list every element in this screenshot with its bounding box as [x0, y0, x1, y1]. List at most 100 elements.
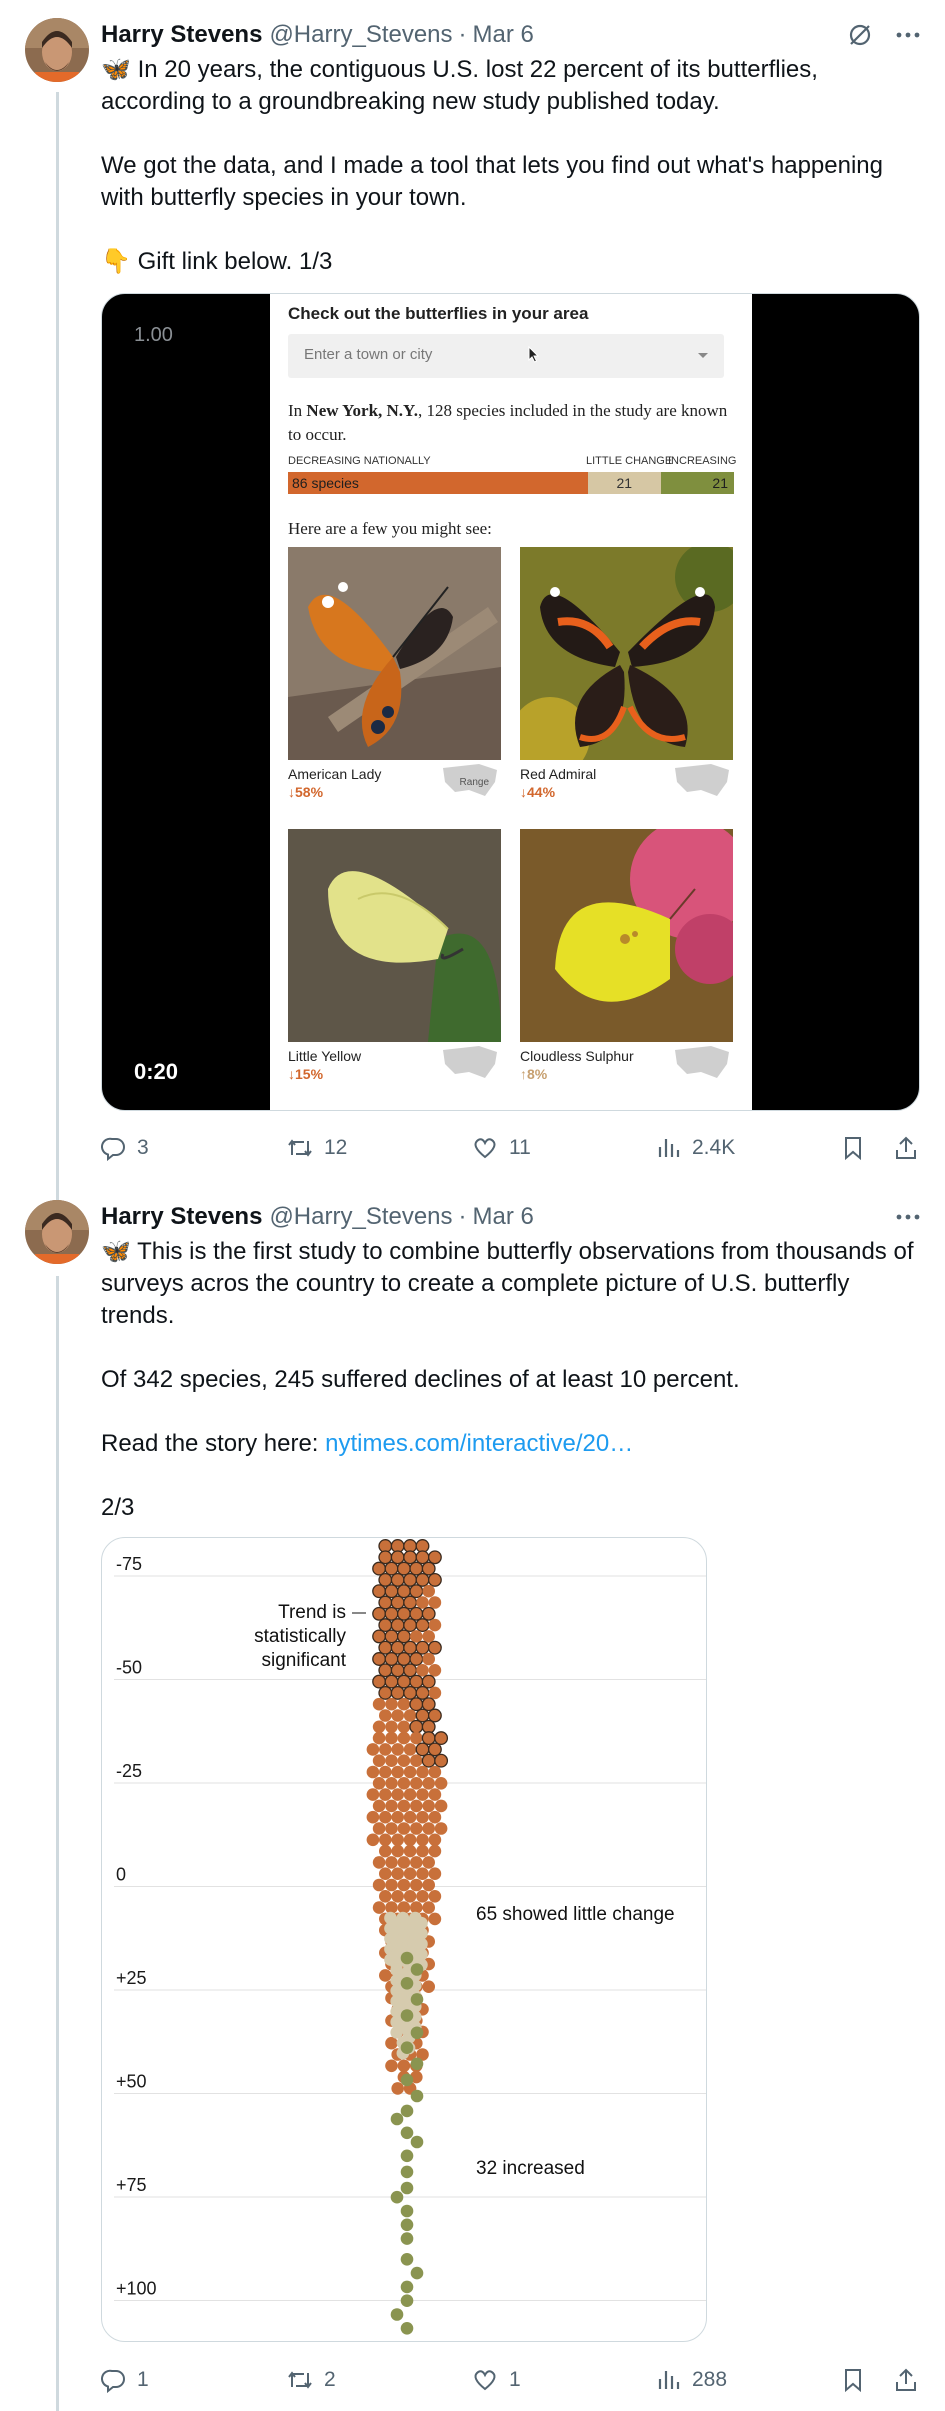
video-player[interactable]: 1.00 0:20 Check out the butterflies in y…: [101, 293, 920, 1111]
chevron-down-icon: [698, 353, 708, 358]
view-count: 288: [692, 2368, 728, 2391]
species-dot: [422, 1878, 436, 1892]
species-dot: [400, 2041, 414, 2054]
species-dot: [415, 1618, 430, 1633]
reply-button[interactable]: 1: [101, 2362, 149, 2398]
tweet-date[interactable]: Mar 6: [473, 1203, 534, 1231]
reply-icon: [101, 1137, 125, 1161]
analytics-icon: [658, 1139, 680, 1157]
author-name[interactable]: Harry Stevens: [101, 21, 262, 49]
butterfly-card: American Lady ↓58% Range: [288, 547, 501, 800]
species-dot: [391, 1810, 405, 1824]
share-button[interactable]: [893, 2362, 919, 2398]
species-dot: [410, 1822, 423, 1835]
author-name[interactable]: Harry Stevens: [101, 1203, 262, 1231]
species-dot: [400, 2294, 414, 2307]
like-button[interactable]: 11: [471, 1130, 531, 1166]
tweet-text-line: 2/3: [101, 1494, 135, 1521]
species-dot: [400, 2149, 414, 2163]
grok-icon[interactable]: [847, 22, 873, 48]
tweet-text: 🦋 This is the first study to combine but…: [101, 1236, 921, 1524]
share-button[interactable]: [893, 1130, 919, 1166]
species-dot: [372, 1856, 386, 1869]
label-little-change: LITTLE CHANGE: [586, 455, 673, 467]
species-dot: [416, 1810, 429, 1824]
chart-image[interactable]: -75 -50 -25 0 +25 +50 +75 +100 Trend is statistic…: [101, 1537, 707, 2342]
species-dot: [410, 2026, 424, 2040]
views-button[interactable]: 288: [656, 2362, 727, 2398]
species-dot: [372, 1731, 386, 1745]
like-button[interactable]: 1: [471, 2362, 521, 2398]
species-dot: [400, 1977, 414, 1990]
playback-rate[interactable]: 1.00: [134, 324, 173, 347]
more-icon[interactable]: [895, 1204, 921, 1230]
repost-button[interactable]: 12: [286, 1130, 347, 1166]
species-dot: [415, 1640, 430, 1655]
species-dot: [390, 2190, 404, 2204]
author-handle[interactable]: @Harry_Stevens: [269, 21, 452, 49]
species-dot: [421, 1753, 436, 1768]
species-dot: [385, 1856, 398, 1869]
species-dot: [403, 1572, 418, 1587]
species-dot: [410, 1630, 423, 1643]
species-dot: [385, 2059, 398, 2073]
species-dot: [422, 1901, 436, 1914]
repost-button[interactable]: 2: [286, 2362, 336, 2398]
annotation-little-change: 65 showed little change: [476, 1904, 675, 1925]
bookmark-button[interactable]: [841, 1130, 865, 1166]
species-dot: [384, 1584, 399, 1599]
species-dot: [379, 1867, 392, 1880]
species-dot: [397, 1777, 411, 1790]
species-dot: [428, 1664, 442, 1677]
repost-count: 12: [324, 1136, 348, 1159]
y-tick-label: +50: [116, 2072, 147, 2092]
us-map-icon: [675, 764, 729, 796]
tweet-paragraph: Read the story here: nytimes.com/interac…: [101, 1428, 921, 1460]
views-button[interactable]: 2.4K: [656, 1130, 735, 1166]
tweet-actions: 1 2 1 288: [101, 2362, 921, 2398]
species-dot: [410, 1856, 423, 1869]
species-dot: [385, 2036, 398, 2050]
tweet-header: Harry Stevens @Harry_Stevens · Mar 6: [101, 1200, 534, 1234]
species-dot: [400, 2009, 414, 2022]
reply-button[interactable]: 3: [101, 1130, 149, 1166]
species-dot: [372, 1561, 387, 1576]
species-dot: [379, 1765, 392, 1779]
avatar[interactable]: [25, 1200, 89, 1264]
species-dot: [372, 1901, 386, 1914]
tweet-header: Harry Stevens @Harry_Stevens · Mar 6: [101, 18, 534, 52]
species-dot: [400, 1951, 414, 1965]
tweet-date[interactable]: Mar 6: [473, 21, 534, 49]
bar-segment-decreasing: 86 species: [288, 472, 588, 494]
species-dot: [400, 2181, 414, 2195]
story-link[interactable]: nytimes.com/interactive/20…: [325, 1430, 633, 1457]
species-dot: [391, 1765, 405, 1779]
species-dot: [403, 1743, 417, 1756]
bookmark-button[interactable]: [841, 2362, 865, 2398]
avatar[interactable]: [25, 18, 89, 82]
tweet[interactable]: Harry Stevens @Harry_Stevens · Mar 6 🦋 I…: [0, 0, 945, 1190]
species-dot: [400, 2322, 414, 2335]
tweet-text-line: Read the story here:: [101, 1430, 319, 1457]
share-icon: [896, 1136, 916, 1159]
species-dot: [396, 1584, 411, 1599]
annotation-significant: significant: [262, 1650, 347, 1671]
species-dot: [403, 1595, 418, 1610]
video-timestamp: 0:20: [134, 1059, 179, 1084]
species-dot: [391, 1709, 405, 1722]
summary-text: In: [288, 401, 303, 420]
more-icon[interactable]: [895, 22, 921, 48]
species-dot: [403, 1663, 418, 1678]
author-handle[interactable]: @Harry_Stevens: [269, 1203, 452, 1231]
species-dot: [379, 1969, 392, 1982]
y-tick-label: +75: [116, 2175, 147, 2195]
species-dot: [396, 1561, 411, 1576]
species-dot: [434, 1799, 448, 1813]
species-dot: [421, 1731, 436, 1746]
species-dot: [409, 1606, 424, 1621]
species-dot: [379, 1833, 392, 1847]
species-dot: [421, 1606, 436, 1621]
town-search-field: Enter a town or city: [288, 334, 724, 378]
species-dot: [428, 1686, 442, 1700]
pointing-down-emoji: 👇: [101, 248, 131, 275]
